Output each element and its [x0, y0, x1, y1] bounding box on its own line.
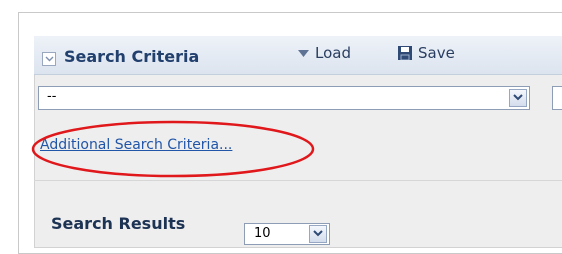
- results-page-size-select[interactable]: 10: [244, 223, 330, 245]
- floppy-disk-icon: [398, 46, 412, 61]
- chevron-down-icon: [313, 230, 323, 237]
- saved-search-select[interactable]: --: [38, 86, 530, 110]
- search-results-title: Search Results: [51, 214, 186, 233]
- annotation-highlight-ellipse: [31, 120, 315, 178]
- load-button[interactable]: Load: [298, 44, 351, 66]
- load-button-label: Load: [315, 44, 351, 62]
- collapse-toggle-button[interactable]: [42, 52, 56, 66]
- save-button[interactable]: Save: [398, 44, 455, 66]
- save-button-label: Save: [418, 44, 455, 62]
- page-size-value: 10: [254, 226, 271, 241]
- page-size-dropdown-button[interactable]: [309, 225, 327, 243]
- chevron-down-icon: [45, 56, 54, 62]
- chevron-down-icon: [513, 94, 523, 101]
- panel-divider: [34, 180, 562, 181]
- search-criteria-title: Search Criteria: [64, 47, 200, 66]
- saved-search-select-value: --: [47, 89, 57, 104]
- secondary-input-field[interactable]: [552, 86, 562, 110]
- triangle-down-icon: [298, 50, 309, 57]
- saved-search-dropdown-button[interactable]: [509, 89, 527, 107]
